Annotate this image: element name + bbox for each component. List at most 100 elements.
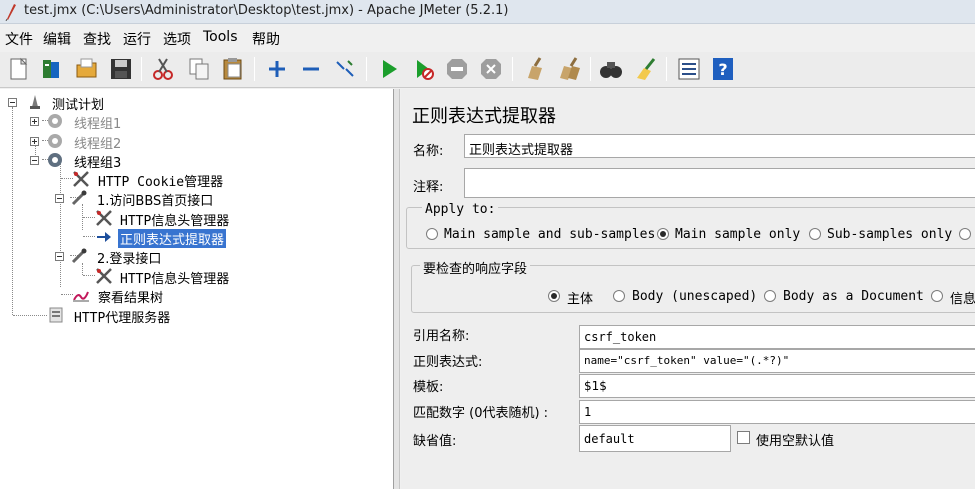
- menu-file[interactable]: 文件: [5, 29, 33, 49]
- collapse-toggle-icon[interactable]: [55, 252, 64, 261]
- start-no-pause-icon[interactable]: [410, 56, 436, 82]
- menu-bar: 文件 编辑 查找 运行 选项 Tools 帮助: [0, 27, 975, 49]
- toolbar: ?: [0, 52, 975, 88]
- menu-tools[interactable]: Tools: [203, 29, 238, 45]
- clear-all-icon[interactable]: [556, 56, 582, 82]
- open-icon[interactable]: [74, 56, 100, 82]
- expand-toggle-icon[interactable]: [30, 117, 39, 126]
- apply-variable-radio[interactable]: [959, 228, 971, 240]
- clear-icon[interactable]: [522, 56, 548, 82]
- window-title: test.jmx (C:\Users\Administrator\Desktop…: [24, 3, 509, 18]
- collapse-icon[interactable]: [298, 56, 324, 82]
- tree-item-thread-group-1[interactable]: 线程组1: [28, 112, 158, 132]
- default-value-label: 缺省值:: [413, 434, 457, 449]
- tree-item-sampler-login[interactable]: 2.登录接口: [52, 247, 212, 267]
- default-value-input[interactable]: default: [579, 425, 731, 452]
- thread-group-icon: [48, 114, 62, 128]
- ref-name-label: 引用名称:: [413, 329, 470, 344]
- expand-icon[interactable]: [264, 56, 290, 82]
- stop-icon[interactable]: [444, 56, 470, 82]
- tree-item-thread-group-2[interactable]: 线程组2: [28, 132, 158, 152]
- tree-item-http-proxy-server[interactable]: HTTP代理服务器: [47, 306, 207, 326]
- tree-item-sampler-bbs-home[interactable]: 1.访问BBS首页接口: [52, 189, 232, 209]
- collapse-toggle-icon[interactable]: [30, 156, 39, 165]
- regex-extractor-panel: 正则表达式提取器 名称: 正则表达式提取器 注释: Apply to: Main…: [401, 89, 975, 489]
- name-label: 名称:: [413, 144, 444, 159]
- collapse-toggle-icon[interactable]: [8, 98, 17, 107]
- new-icon[interactable]: [6, 56, 32, 82]
- use-empty-default-label: 使用空默认值: [756, 434, 835, 449]
- regex-label: 正则表达式:: [413, 355, 483, 370]
- sampler-pipette-icon: [71, 248, 87, 264]
- proxy-server-icon: [49, 307, 63, 323]
- apply-main-and-sub-radio[interactable]: [426, 228, 438, 240]
- panel-title: 正则表达式提取器: [412, 106, 556, 127]
- help-icon[interactable]: ?: [710, 56, 736, 82]
- test-plan-tree: 测试计划 线程组1 线程组2 线程组3 HTTP Cookie管理器 1.访问B…: [0, 89, 394, 489]
- expand-toggle-icon[interactable]: [30, 137, 39, 146]
- ref-name-input[interactable]: csrf_token: [579, 325, 975, 349]
- test-plan-icon: [30, 95, 40, 109]
- jmeter-feather-icon: [5, 4, 16, 21]
- search-icon[interactable]: [598, 56, 624, 82]
- start-icon[interactable]: [376, 56, 402, 82]
- copy-icon[interactable]: [186, 56, 212, 82]
- apply-main-only-label: Main sample only: [675, 227, 801, 242]
- reset-search-icon[interactable]: [632, 56, 658, 82]
- field-response-message-radio[interactable]: [931, 290, 943, 302]
- pane-splitter[interactable]: [394, 89, 400, 489]
- comment-input[interactable]: [464, 168, 975, 198]
- use-empty-default-checkbox[interactable]: [737, 431, 750, 444]
- paste-icon[interactable]: [220, 56, 246, 82]
- thread-group-icon: [48, 134, 62, 148]
- comment-label: 注释:: [413, 180, 444, 195]
- apply-sub-only-label: Sub-samples only: [827, 227, 953, 242]
- field-body-radio[interactable]: [548, 290, 560, 302]
- tree-item-regex-extractor[interactable]: 正则表达式提取器: [95, 228, 255, 248]
- field-response-message-label: 信息: [950, 292, 975, 307]
- config-element-icon: [96, 268, 112, 284]
- post-processor-arrow-icon: [97, 232, 111, 242]
- template-label: 模板:: [413, 380, 444, 395]
- field-body-document-label: Body as a Document: [783, 289, 924, 304]
- field-body-label: 主体: [567, 292, 594, 307]
- templates-icon[interactable]: [39, 56, 65, 82]
- config-element-icon: [73, 171, 89, 187]
- title-bar: test.jmx (C:\Users\Administrator\Desktop…: [0, 0, 975, 24]
- field-body-document-radio[interactable]: [764, 290, 776, 302]
- tree-item-test-plan[interactable]: 测试计划: [6, 93, 136, 113]
- tree-item-thread-group-3[interactable]: 线程组3: [28, 151, 158, 171]
- match-no-label: 匹配数字 (0代表随机) :: [413, 406, 549, 421]
- menu-edit[interactable]: 编辑: [43, 29, 71, 49]
- tree-item-cookie-manager[interactable]: HTTP Cookie管理器: [72, 170, 232, 190]
- menu-run[interactable]: 运行: [123, 29, 151, 49]
- menu-help[interactable]: 帮助: [252, 29, 280, 49]
- collapse-toggle-icon[interactable]: [55, 194, 64, 203]
- menu-options[interactable]: 选项: [163, 29, 191, 49]
- field-body-unescaped-label: Body (unescaped): [632, 289, 758, 304]
- template-input[interactable]: $1$: [579, 374, 975, 398]
- tree-item-header-manager-1[interactable]: HTTP信息头管理器: [95, 209, 255, 229]
- apply-sub-only-radio[interactable]: [809, 228, 821, 240]
- menu-search[interactable]: 查找: [83, 29, 111, 49]
- toggle-icon[interactable]: [332, 56, 358, 82]
- tree-item-header-manager-2[interactable]: HTTP信息头管理器: [95, 267, 255, 287]
- field-to-check-legend: 要检查的响应字段: [420, 258, 531, 277]
- match-no-input[interactable]: 1: [579, 400, 975, 424]
- svg-text:?: ?: [718, 60, 727, 79]
- function-helper-icon[interactable]: [676, 56, 702, 82]
- shutdown-icon[interactable]: [478, 56, 504, 82]
- apply-to-legend: Apply to:: [422, 202, 499, 217]
- apply-main-and-sub-label: Main sample and sub-samples: [444, 227, 656, 242]
- field-body-unescaped-radio[interactable]: [613, 290, 625, 302]
- config-element-icon: [96, 210, 112, 226]
- listener-chart-icon: [73, 291, 89, 302]
- thread-group-icon: [48, 153, 62, 167]
- tree-item-view-results-tree[interactable]: 察看结果树: [72, 286, 232, 306]
- cut-icon[interactable]: [150, 56, 176, 82]
- apply-main-only-radio[interactable]: [657, 228, 669, 240]
- save-icon[interactable]: [108, 56, 134, 82]
- regex-input[interactable]: name="csrf_token" value="(.*?)": [579, 349, 975, 373]
- sampler-pipette-icon: [71, 190, 87, 206]
- name-input[interactable]: 正则表达式提取器: [464, 134, 975, 158]
